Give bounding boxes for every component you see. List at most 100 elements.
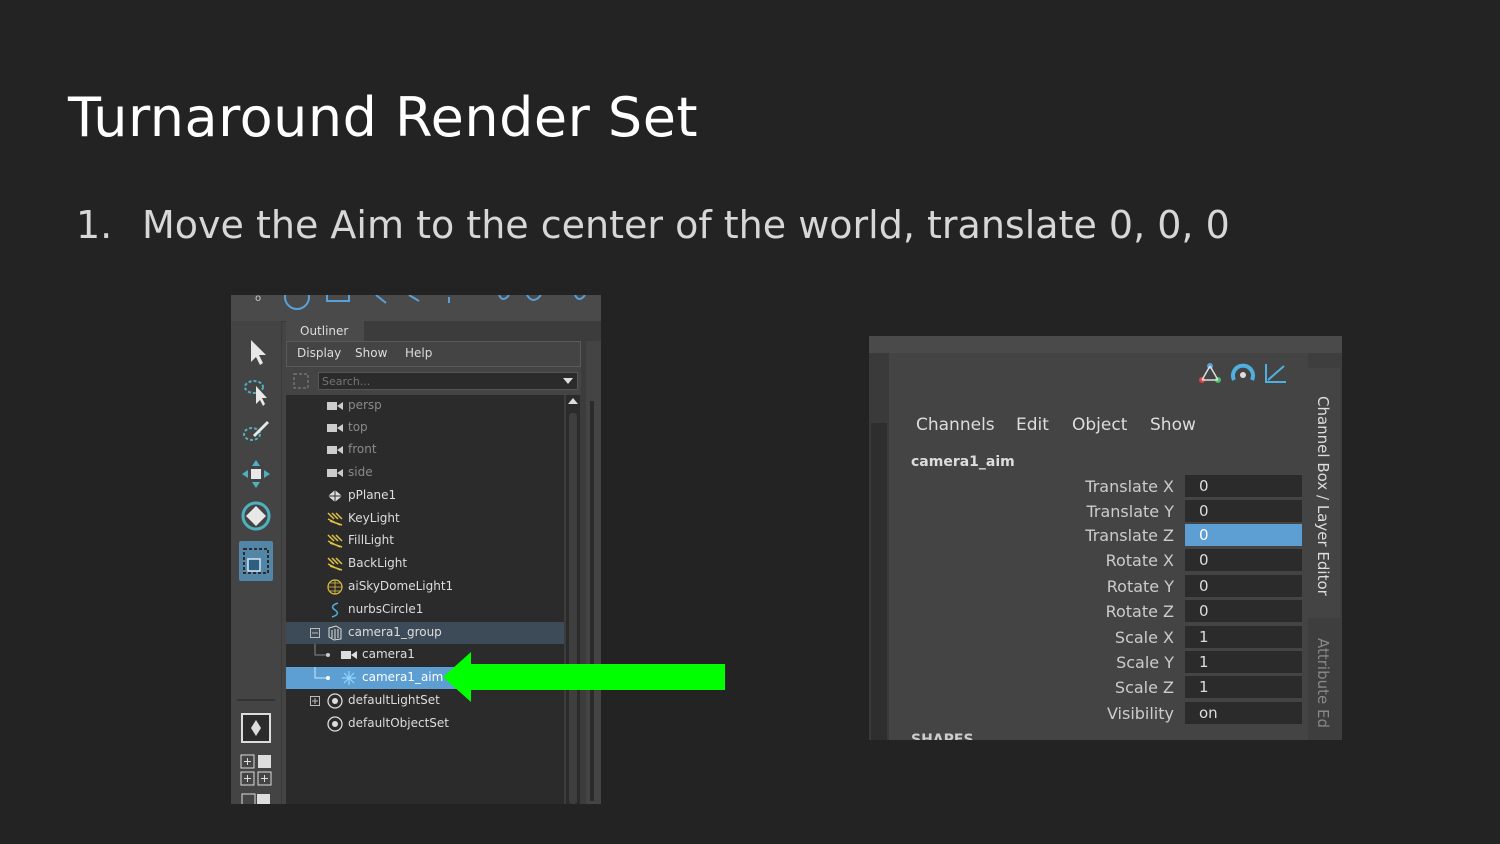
slide-title: Turnaround Render Set — [68, 86, 699, 149]
tree-connector — [314, 644, 330, 657]
outliner-tab[interactable]: Outliner — [286, 321, 364, 341]
attr-value-field[interactable]: 1 — [1185, 651, 1302, 673]
filter-icon[interactable] — [293, 373, 309, 389]
locator-icon — [342, 671, 356, 685]
tab-attribute-editor[interactable]: Attribute Ed — [1314, 638, 1332, 728]
attr-rotate-z[interactable]: Rotate Z0 — [897, 600, 1308, 624]
camera-icon — [327, 469, 343, 477]
menu-channels[interactable]: Channels — [916, 415, 995, 435]
tool-settings-icon — [1231, 363, 1255, 381]
attr-value-field[interactable]: 0 — [1185, 575, 1302, 597]
shelf-icons: o — [255, 295, 586, 310]
set-icon — [327, 693, 343, 709]
channel-box-left-edge — [869, 353, 889, 740]
outliner-item-aiskydomelight1[interactable]: aiSkyDomeLight1 — [286, 576, 564, 598]
attr-value-field[interactable]: 0 — [1185, 475, 1302, 497]
attr-rotate-y[interactable]: Rotate Y0 — [897, 575, 1308, 599]
menu-show[interactable]: Show — [355, 346, 387, 360]
outliner-item-defaultobjectset[interactable]: defaultObjectSet — [286, 713, 564, 735]
selected-node-name[interactable]: camera1_aim — [911, 454, 1015, 470]
shapes-section-header[interactable]: SHAPES — [911, 732, 974, 740]
outliner-panel: Outliner Display Show Help persp top — [286, 321, 601, 804]
step-text: Move the Aim to the center of the world,… — [142, 203, 1230, 247]
four-pane-layout-icon[interactable] — [239, 753, 273, 787]
svg-text:o: o — [255, 295, 261, 304]
attr-rotate-x[interactable]: Rotate X0 — [897, 549, 1308, 573]
set-icon — [327, 716, 343, 732]
outliner-screenshot: o Outliner Display Show Help Search... p… — [231, 295, 601, 804]
paint-select-tool-icon[interactable] — [239, 415, 273, 449]
outliner-item-camera1-group[interactable]: camera1_group — [286, 622, 564, 644]
mesh-icon — [328, 490, 342, 502]
attr-value-field[interactable]: 0 — [1185, 549, 1302, 571]
green-pointer-arrow — [443, 652, 725, 702]
outliner-item-pplane1[interactable]: pPlane1 — [286, 485, 564, 507]
outliner-item-nurbscircle1[interactable]: nurbsCircle1 — [286, 599, 564, 621]
attr-scale-y[interactable]: Scale Y1 — [897, 651, 1308, 675]
outliner-menu-bar: Display Show Help — [286, 341, 581, 367]
collapse-icon[interactable] — [310, 628, 320, 638]
attribute-editor-icon — [1265, 364, 1286, 383]
two-pane-layout-icon[interactable] — [239, 791, 273, 804]
scroll-up-icon[interactable] — [568, 397, 578, 405]
panel-edge — [586, 341, 601, 804]
attr-value-field[interactable]: 1 — [1185, 626, 1302, 648]
scale-tool-icon[interactable] — [239, 541, 273, 581]
move-tool-icon[interactable] — [239, 457, 273, 491]
outliner-item-top[interactable]: top — [286, 417, 564, 439]
scrollbar-thumb[interactable] — [569, 413, 577, 804]
search-input[interactable] — [322, 373, 547, 389]
search-field[interactable] — [318, 372, 578, 390]
shelf-strip: o — [231, 295, 601, 322]
toolbox — [231, 321, 282, 804]
attr-scale-z[interactable]: Scale Z1 — [897, 676, 1308, 700]
expand-icon[interactable] — [310, 696, 320, 706]
camera-icon — [327, 424, 343, 432]
outliner-search-row — [286, 367, 581, 395]
outliner-item-persp[interactable]: persp — [286, 395, 564, 417]
attr-visibility[interactable]: Visibility on — [897, 702, 1308, 726]
attr-scale-x[interactable]: Scale X1 — [897, 626, 1308, 650]
sky-dome-icon — [327, 579, 343, 595]
outliner-item-front[interactable]: front — [286, 439, 564, 461]
menu-show[interactable]: Show — [1150, 415, 1196, 435]
toolbox-divider — [237, 699, 275, 701]
display-channels-icon — [1199, 363, 1221, 383]
area-light-icon — [327, 557, 343, 571]
channel-box-panel: Channels Edit Object Show camera1_aim Tr… — [897, 353, 1308, 740]
channel-box-icons — [1198, 362, 1292, 384]
outliner-item-side[interactable]: side — [286, 462, 564, 484]
menu-help[interactable]: Help — [405, 346, 432, 360]
menu-object[interactable]: Object — [1072, 415, 1127, 435]
group-icon — [328, 625, 342, 641]
outliner-item-backlight[interactable]: BackLight — [286, 553, 564, 575]
attr-translate-x[interactable]: Translate X0 — [897, 475, 1308, 499]
step-number: 1. — [76, 203, 113, 247]
attr-value-field[interactable]: 0 — [1185, 500, 1302, 522]
attr-translate-z[interactable]: Translate Z0 — [897, 524, 1308, 548]
single-pane-layout-icon[interactable] — [239, 711, 273, 745]
menu-display[interactable]: Display — [297, 346, 341, 360]
attr-value-field[interactable]: 0 — [1185, 600, 1302, 622]
attr-value-field[interactable]: 0 — [1185, 524, 1302, 546]
area-light-icon — [327, 534, 343, 548]
outliner-tree: persp top front side pPlane1 KeyLight Fi… — [286, 395, 564, 804]
outliner-item-filllight[interactable]: FillLight — [286, 530, 564, 552]
outliner-scrollbar[interactable] — [566, 395, 580, 804]
rotate-tool-icon[interactable] — [239, 499, 273, 533]
camera-icon — [327, 402, 343, 410]
attr-value-field[interactable]: 1 — [1185, 676, 1302, 698]
attr-translate-y[interactable]: Translate Y0 — [897, 500, 1308, 524]
channel-box-top-strip — [869, 336, 1342, 353]
side-tabs: Channel Box / Layer Editor Attribute Ed — [1308, 353, 1342, 740]
tab-channel-box[interactable]: Channel Box / Layer Editor — [1308, 368, 1340, 618]
menu-edit[interactable]: Edit — [1016, 415, 1049, 435]
camera-icon — [327, 446, 343, 454]
attr-value-field[interactable]: on — [1185, 702, 1302, 724]
camera-icon — [341, 651, 357, 659]
search-dropdown-icon[interactable] — [563, 377, 573, 385]
outliner-item-keylight[interactable]: KeyLight — [286, 508, 564, 530]
lasso-tool-icon[interactable] — [239, 375, 273, 409]
select-tool-icon[interactable] — [239, 335, 273, 369]
area-light-icon — [327, 512, 343, 526]
